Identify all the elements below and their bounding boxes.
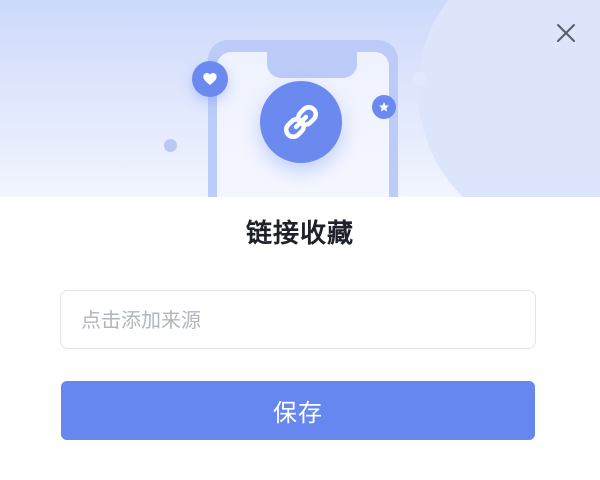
close-button[interactable]: [551, 18, 581, 48]
link-badge: [260, 81, 342, 163]
heart-icon: [203, 73, 217, 85]
hero-illustration: [0, 0, 600, 197]
save-button[interactable]: 保存: [61, 381, 535, 440]
phone-notch: [267, 52, 357, 78]
dialog-title: 链接收藏: [245, 219, 354, 249]
link-collect-dialog: 链接收藏 保存: [0, 0, 600, 480]
star-icon: [379, 102, 389, 112]
star-badge: [372, 95, 396, 119]
decorative-dot: [412, 72, 426, 86]
close-icon: [557, 24, 575, 42]
source-input[interactable]: [60, 290, 536, 349]
decorative-dot: [164, 139, 177, 152]
link-icon: [283, 104, 319, 140]
heart-badge: [192, 61, 228, 97]
